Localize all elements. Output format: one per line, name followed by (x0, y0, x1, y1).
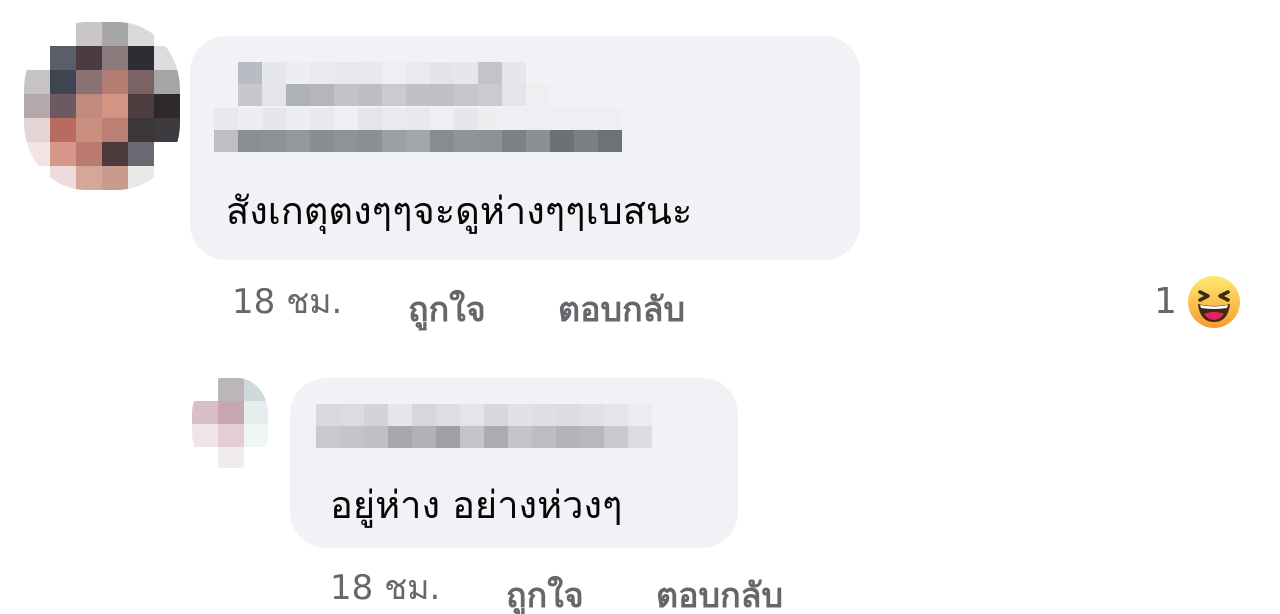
comment-text: สังเกตุตงๆๆจะดูห่างๆๆเบสนะ (226, 189, 693, 233)
commenter-name-redacted[interactable] (238, 62, 526, 84)
commenter-avatar[interactable] (24, 22, 180, 190)
reply-button-wrapper: ตอบกลับ (558, 290, 685, 330)
reply-reply-button-wrapper: ตอบกลับ (656, 576, 783, 614)
like-button-wrapper: ถูกใจ (408, 290, 486, 330)
reply-comment-timestamp[interactable]: 18 ชม. (330, 568, 440, 608)
reply-comment-meta: 18 ชม. (330, 568, 440, 608)
comment-timestamp[interactable]: 18 ชม. (232, 282, 342, 322)
reply-commenter-avatar[interactable] (192, 378, 268, 468)
reply-comment-bubble: อยู่ห่าง อย่างห่วงๆ (290, 378, 738, 548)
like-button[interactable]: ถูกใจ (408, 290, 486, 330)
reply-commenter-name-redacted[interactable] (316, 404, 652, 426)
haha-emoji-icon[interactable] (1186, 274, 1242, 330)
reaction-count[interactable]: 1 (1154, 282, 1177, 322)
reply-comment-text: อยู่ห่าง อย่างห่วงๆ (330, 483, 623, 527)
reply-like-button[interactable]: ถูกใจ (506, 576, 584, 614)
reply-reply-button[interactable]: ตอบกลับ (656, 576, 783, 614)
comment-meta: 18 ชม. (232, 282, 342, 322)
reply-like-button-wrapper: ถูกใจ (506, 576, 584, 614)
comment-bubble: สังเกตุตงๆๆจะดูห่างๆๆเบสนะ (190, 36, 860, 260)
reply-button[interactable]: ตอบกลับ (558, 290, 685, 330)
